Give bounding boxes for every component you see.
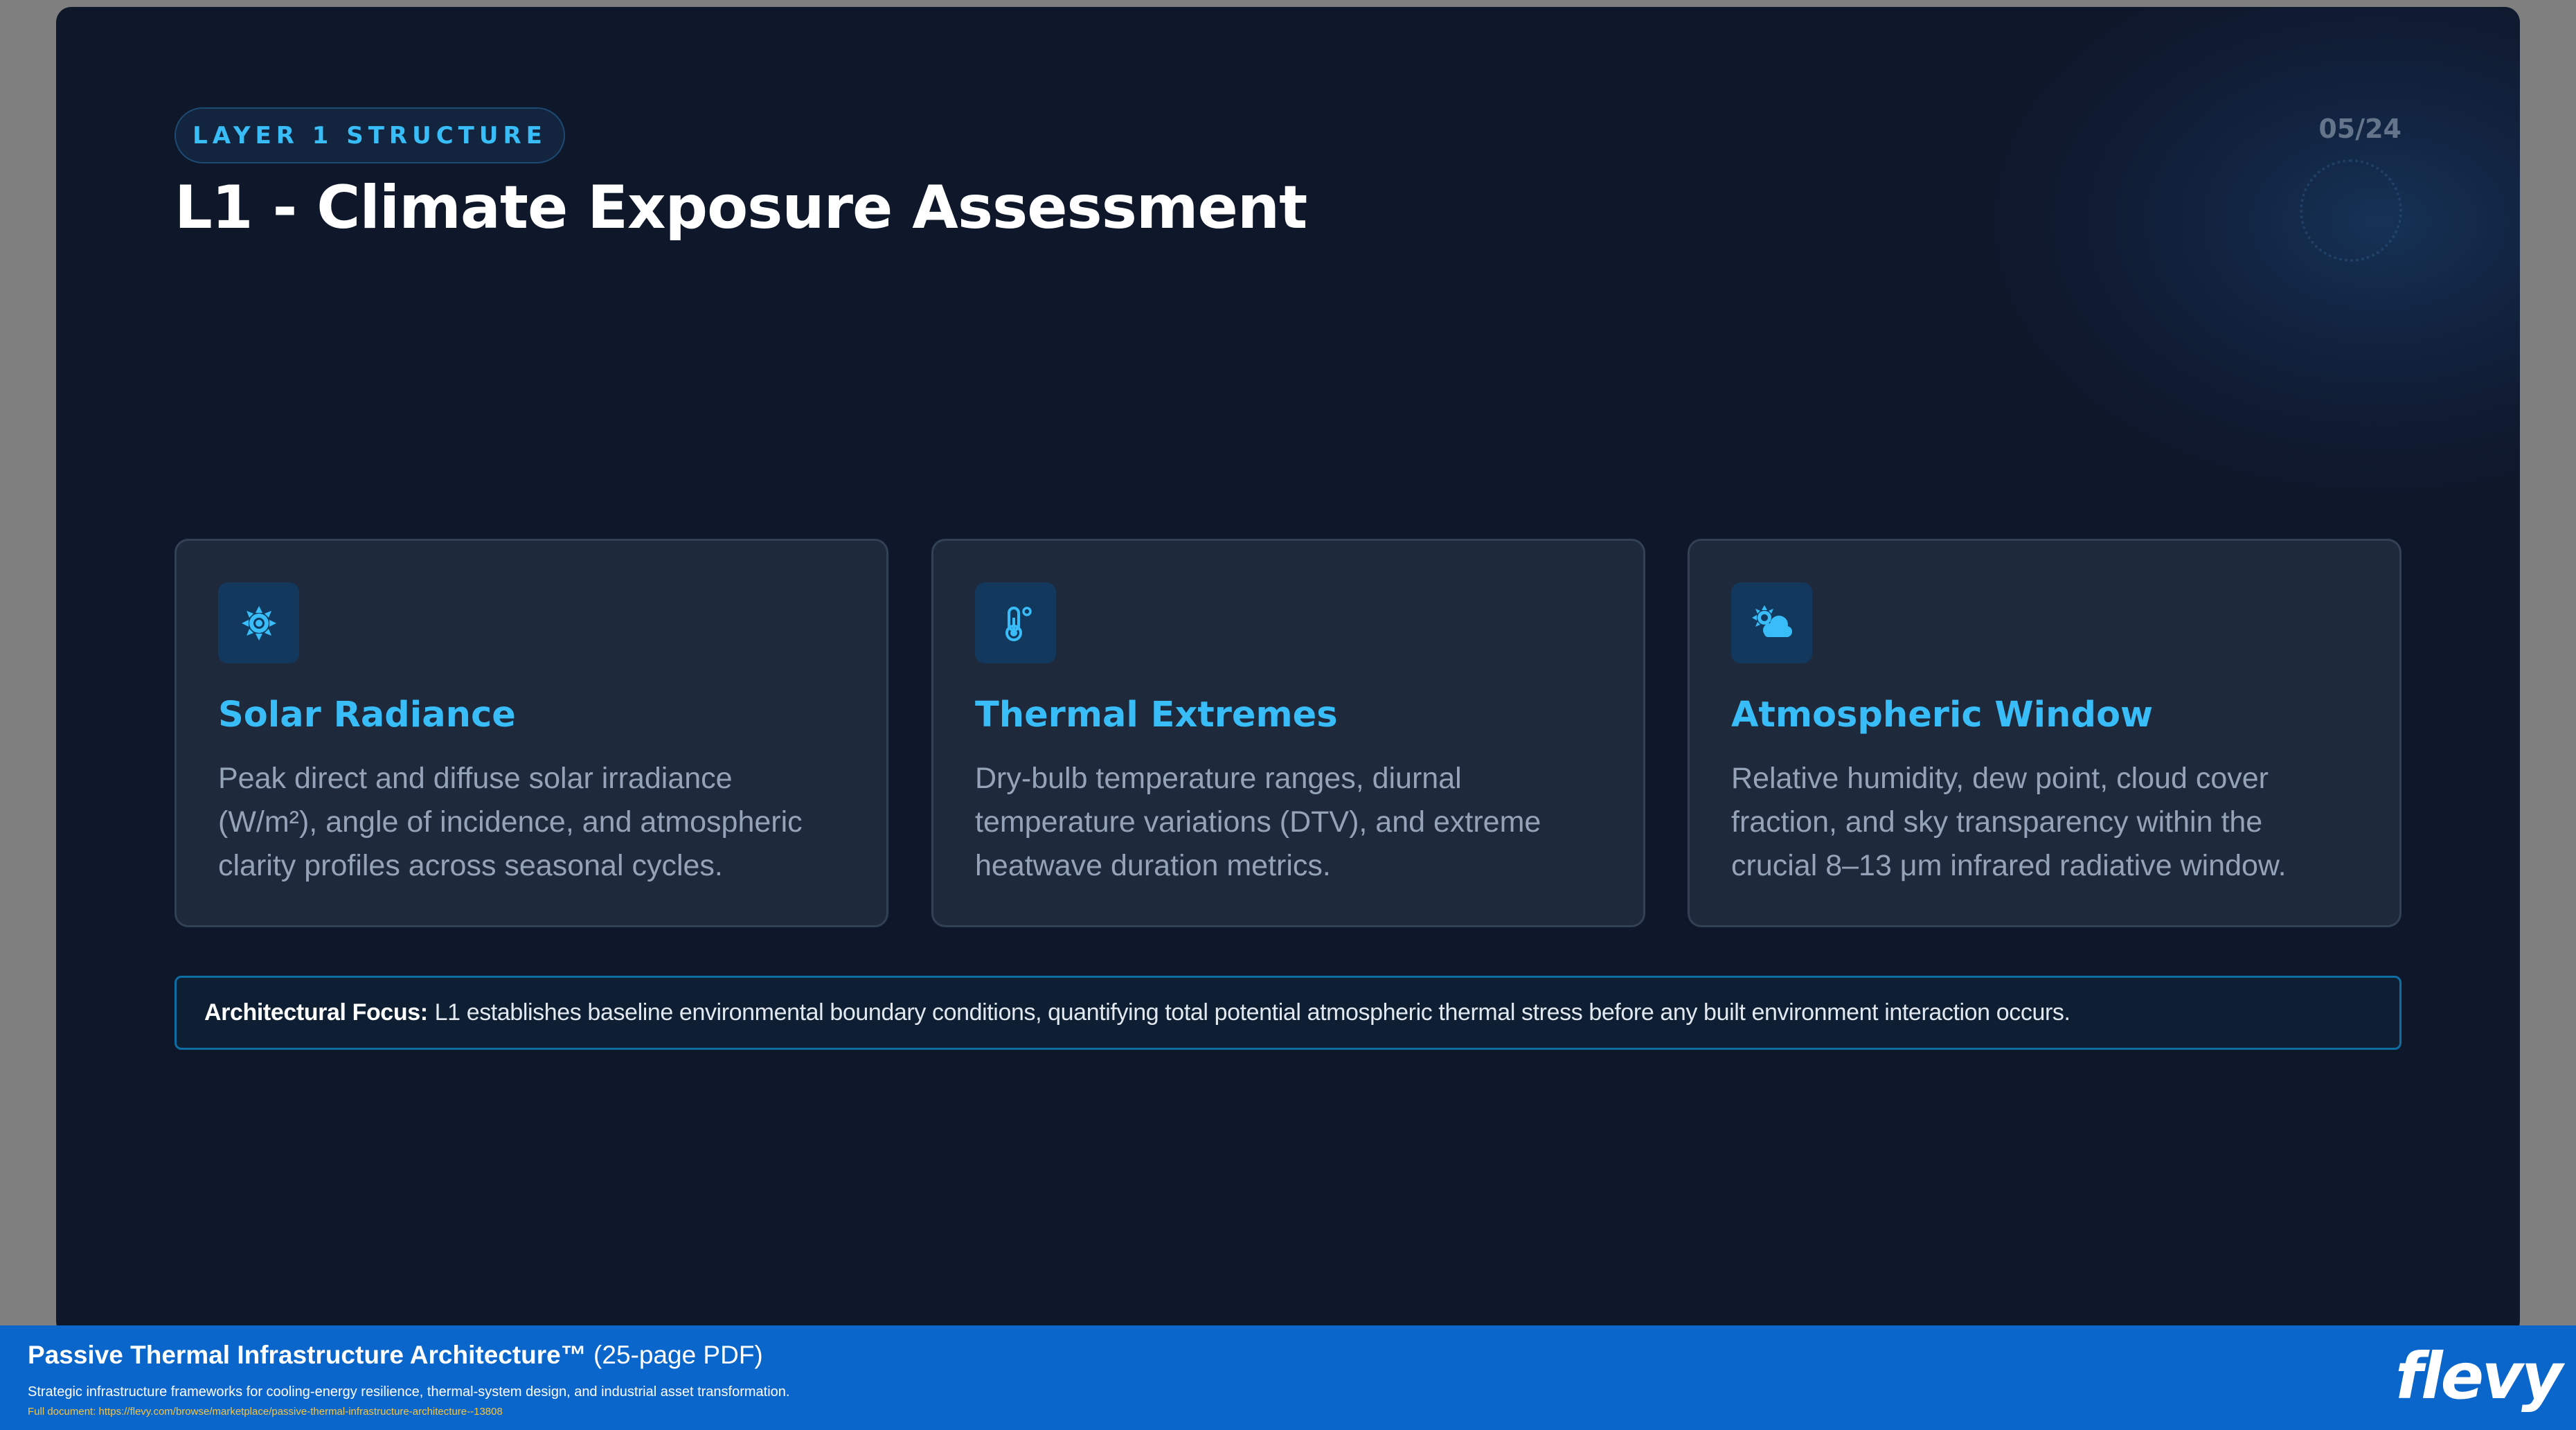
card-title: Atmospheric Window <box>1731 695 2154 735</box>
card-description-line: heatwave duration metrics. <box>975 849 1331 882</box>
slide-title: L1 - Climate Exposure Assessment <box>175 173 1307 242</box>
background-glow <box>1981 7 2520 499</box>
card-title: Thermal Extremes <box>975 695 1338 735</box>
focus-text: L1 establishes baseline environmental bo… <box>434 999 2070 1026</box>
focus-label: Architectural Focus: <box>204 999 428 1026</box>
card-description-line: Dry-bulb temperature ranges, diurnal <box>975 762 1462 795</box>
card-description-line: Relative humidity, dew point, cloud cove… <box>1731 762 2269 795</box>
card-solar-radiance: Solar Radiance Peak direct and diffuse s… <box>175 539 888 927</box>
card-thermal-extremes: Thermal Extremes Dry-bulb temperature ra… <box>931 539 1645 927</box>
footer-title[interactable]: Passive Thermal Infrastructure Architect… <box>28 1341 763 1370</box>
thermometer-icon <box>975 582 1056 663</box>
layer-badge: LAYER 1 STRUCTURE <box>175 107 565 163</box>
card-description-line: fraction, and sky transparency within th… <box>1731 805 2263 839</box>
card-description-line: crucial 8–13 μm infrared radiative windo… <box>1731 849 2287 882</box>
document-title: Passive Thermal Infrastructure Architect… <box>28 1341 587 1369</box>
footer-document-link[interactable]: Full document: https://flevy.com/browse/… <box>28 1406 503 1418</box>
card-description-line: clarity profiles across seasonal cycles. <box>218 849 723 882</box>
card-description-line: (W/m²), angle of incidence, and atmosphe… <box>218 805 803 839</box>
slide: LAYER 1 STRUCTURE 05/24 L1 - Climate Exp… <box>56 7 2520 1337</box>
card-description: Peak direct and diffuse solar irradiance… <box>218 757 862 888</box>
footer-subtitle: Strategic infrastructure frameworks for … <box>28 1384 790 1400</box>
flevy-logo[interactable]: flevy <box>2395 1339 2563 1413</box>
card-description: Dry-bulb temperature ranges, diurnal tem… <box>975 757 1619 888</box>
cloud-sun-icon <box>1731 582 1812 663</box>
sun-gear-icon <box>218 582 299 663</box>
card-description: Relative humidity, dew point, cloud cove… <box>1731 757 2375 888</box>
card-atmospheric-window: Atmospheric Window Relative humidity, de… <box>1688 539 2401 927</box>
footer-banner: Passive Thermal Infrastructure Architect… <box>0 1325 2576 1430</box>
document-page-count: (25-page PDF) <box>593 1341 763 1369</box>
card-description-line: Peak direct and diffuse solar irradiance <box>218 762 733 795</box>
architectural-focus-callout: Architectural Focus: L1 establishes base… <box>175 976 2401 1050</box>
card-description-line: temperature variations (DTV), and extrem… <box>975 805 1541 839</box>
card-title: Solar Radiance <box>218 695 516 735</box>
page-number: 05/24 <box>2318 114 2401 144</box>
background-glow-ring <box>2300 159 2402 262</box>
